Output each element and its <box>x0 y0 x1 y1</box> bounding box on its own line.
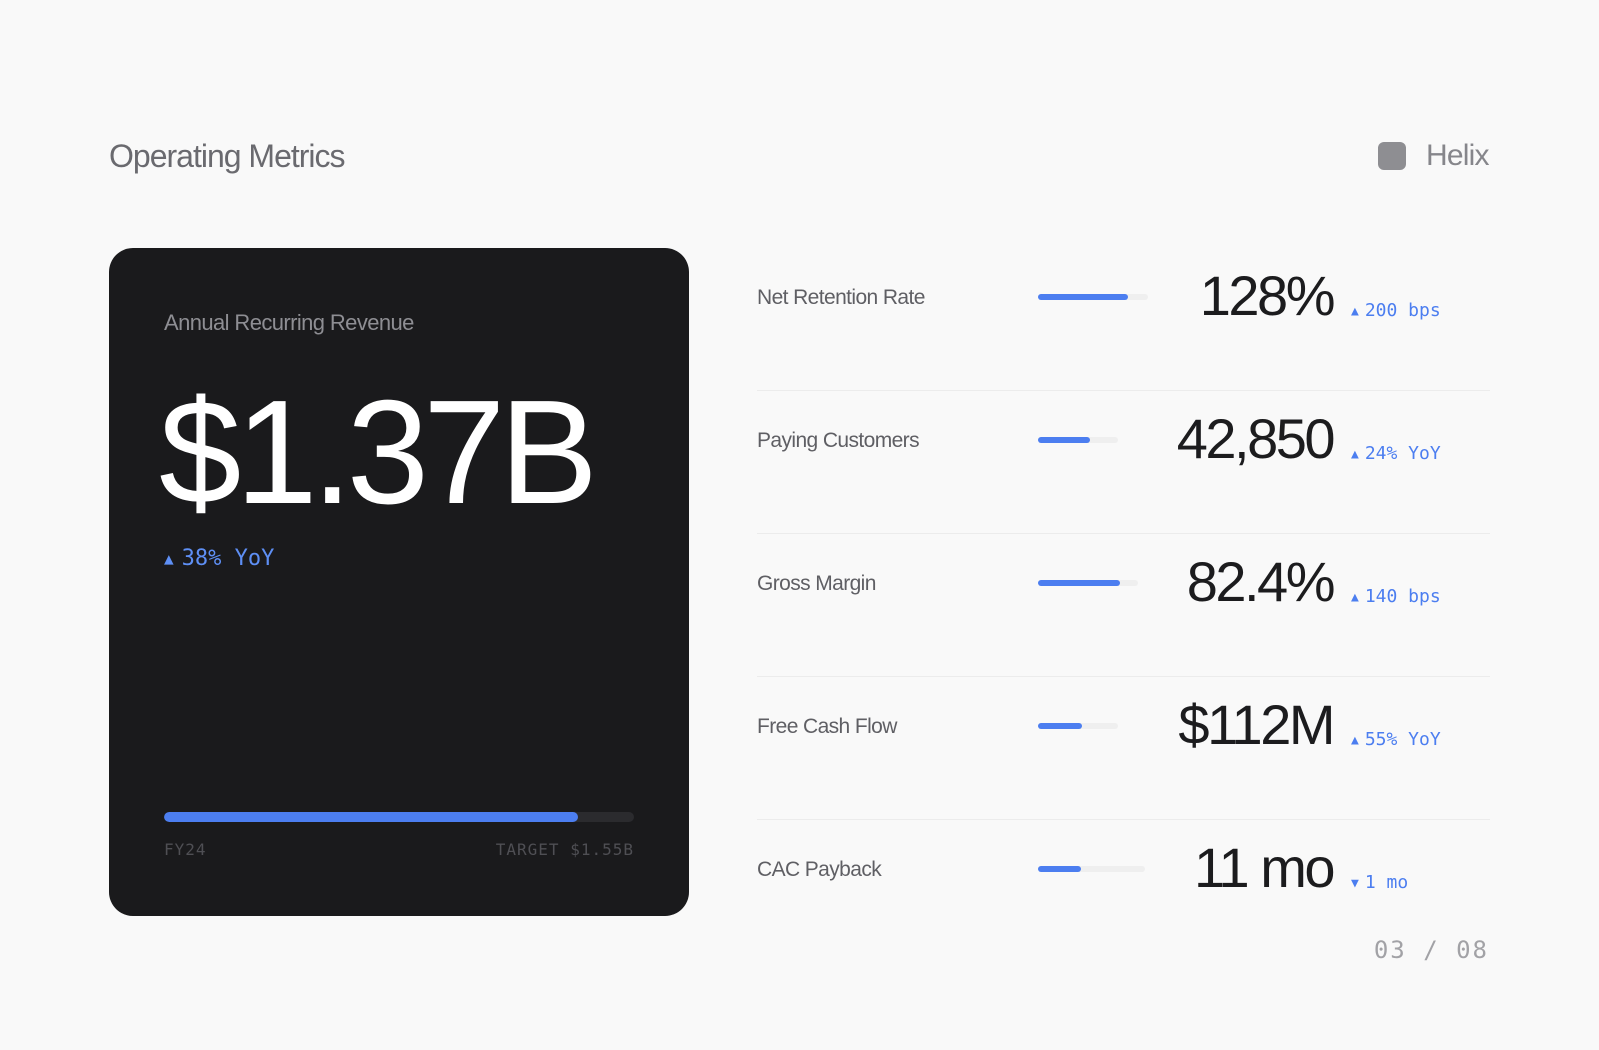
metric-bar-track <box>1038 723 1118 729</box>
metric-label: Gross Margin <box>757 572 876 595</box>
hero-period-label: FY24 <box>164 840 207 859</box>
metric-bar-fill <box>1038 437 1090 443</box>
metric-label: Net Retention Rate <box>757 286 925 309</box>
metric-row-gross-margin: Gross Margin 82.4% ▲ 140 bps <box>757 534 1490 677</box>
metric-delta: ▲ 200 bps <box>1351 300 1441 321</box>
hero-progress-track <box>164 812 634 822</box>
page-title: Operating Metrics <box>109 138 346 174</box>
down-arrow-icon: ▼ <box>1351 876 1359 891</box>
brand-logo-icon <box>1378 142 1406 170</box>
metric-delta: ▲ 140 bps <box>1351 586 1441 607</box>
arr-hero-card: Annual Recurring Revenue $1.37B ▲ 38% YoY… <box>109 248 689 916</box>
metric-bar-fill <box>1038 294 1129 300</box>
hero-progress-fill <box>164 812 578 822</box>
up-arrow-icon: ▲ <box>1351 733 1359 748</box>
up-arrow-icon: ▲ <box>1351 447 1359 462</box>
brand: Helix <box>1378 136 1489 176</box>
page-number: 03 / 08 <box>1373 936 1489 964</box>
hero-label: Annual Recurring Revenue <box>164 310 414 335</box>
metric-delta: ▲ 55% YoY <box>1351 729 1441 750</box>
metric-bar-fill <box>1038 580 1120 586</box>
up-arrow-icon: ▲ <box>1351 590 1359 605</box>
metric-delta: ▼ 1 mo <box>1351 872 1408 893</box>
brand-name: Helix <box>1426 139 1489 172</box>
metric-bar-track <box>1038 580 1138 586</box>
hero-value: $1.37B <box>159 370 598 535</box>
metric-row-free-cash-flow: Free Cash Flow $112M ▲ 55% YoY <box>757 677 1490 820</box>
metric-bar-track <box>1038 294 1148 300</box>
metric-bar-track <box>1038 437 1118 443</box>
metric-label: CAC Payback <box>757 858 882 881</box>
metric-value: 11 mo <box>1194 836 1335 899</box>
metric-bar-fill <box>1038 866 1081 872</box>
up-arrow-icon: ▲ <box>164 549 174 568</box>
metric-bar-fill <box>1038 723 1082 729</box>
metric-value: 42,850 <box>1176 407 1336 470</box>
metric-delta-text: 200 bps <box>1364 300 1441 321</box>
hero-delta: ▲ 38% YoY <box>164 546 274 571</box>
up-arrow-icon: ▲ <box>1351 304 1359 319</box>
metric-label: Paying Customers <box>757 429 920 452</box>
metric-row-paying-customers: Paying Customers 42,850 ▲ 24% YoY <box>757 391 1490 534</box>
hero-target-label: TARGET $1.55B <box>495 840 634 859</box>
metric-value: $112M <box>1178 693 1335 756</box>
metric-value: 128% <box>1199 264 1336 327</box>
metric-value: 82.4% <box>1186 550 1336 613</box>
metrics-list: Net Retention Rate 128% ▲ 200 bps Paying … <box>757 248 1490 963</box>
metric-delta-text: 1 mo <box>1364 872 1409 893</box>
hero-delta-text: 38% YoY <box>181 546 275 571</box>
metric-delta: ▲ 24% YoY <box>1351 443 1441 464</box>
metric-delta-text: 140 bps <box>1364 586 1441 607</box>
metric-bar-track <box>1038 866 1145 872</box>
metric-label: Free Cash Flow <box>757 715 897 738</box>
metric-delta-text: 55% YoY <box>1364 729 1441 750</box>
metric-delta-text: 24% YoY <box>1364 443 1441 464</box>
metric-row-net-retention: Net Retention Rate 128% ▲ 200 bps <box>757 248 1490 391</box>
